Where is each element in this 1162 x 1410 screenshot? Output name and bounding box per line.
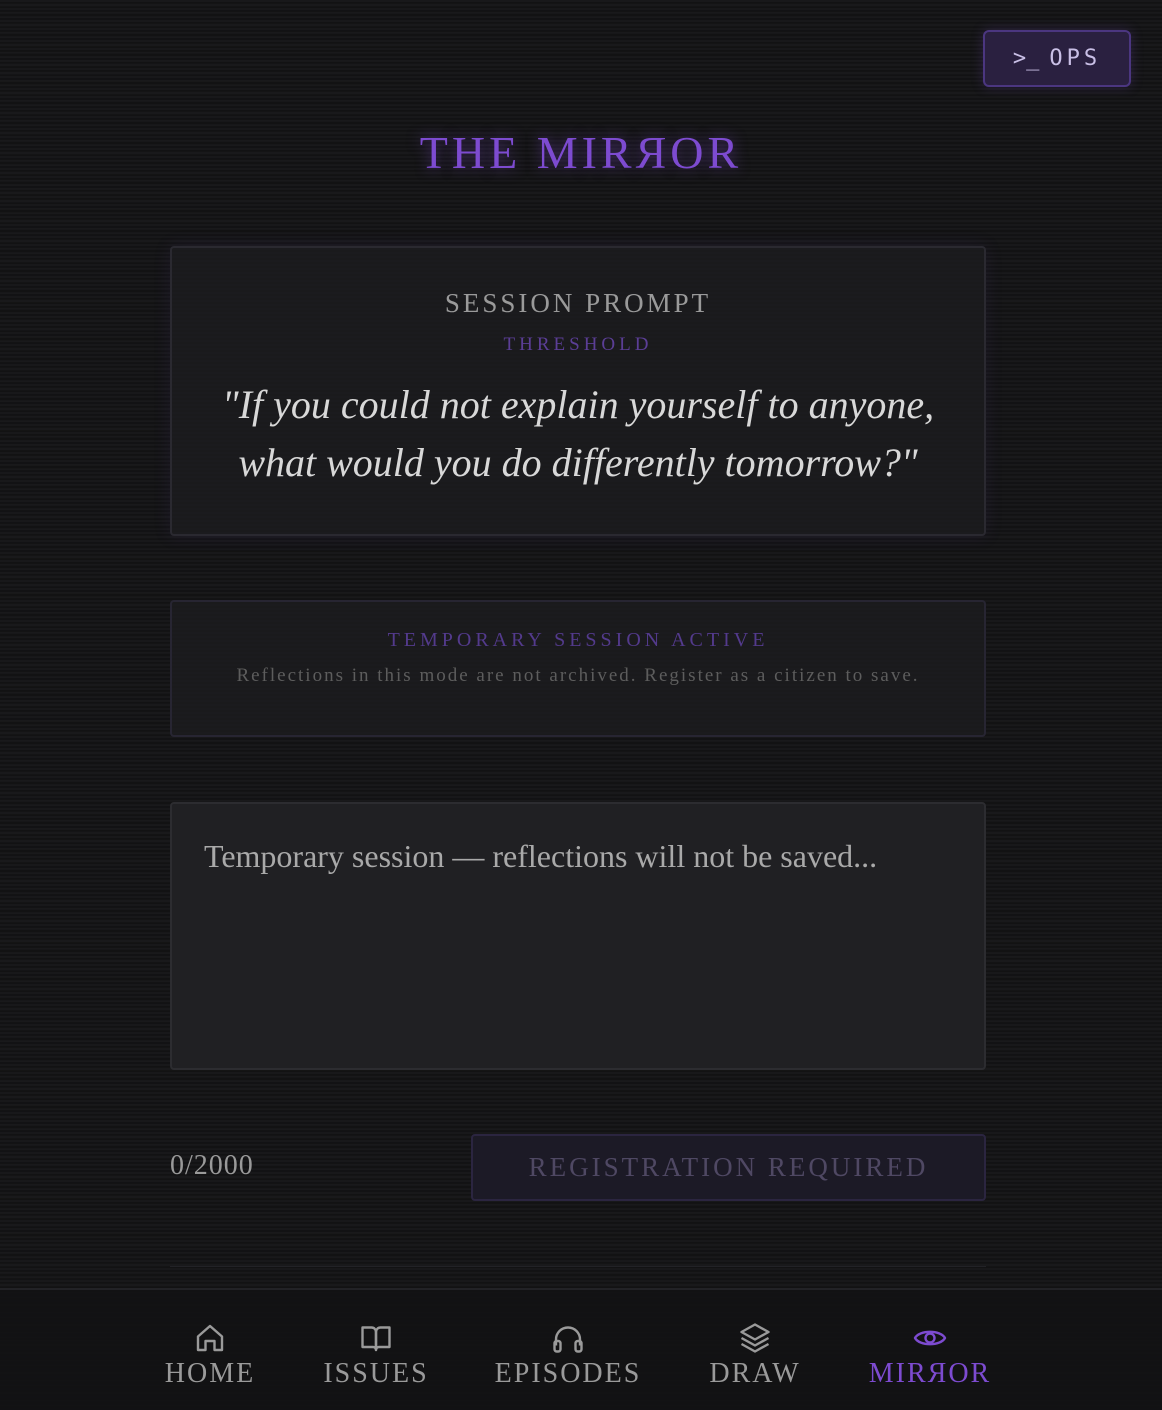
nav-label-home: HOME [164, 1358, 256, 1389]
nav-item-episodes[interactable]: EPISODES [490, 1320, 646, 1390]
character-counter: 0/2000 [170, 1150, 254, 1181]
nav-item-draw[interactable]: DRAW [705, 1320, 805, 1390]
nav-label-draw: DRAW [709, 1358, 801, 1389]
nav-label-issues: ISSUES [323, 1358, 429, 1389]
nav-label-mirror: MIRЯOR [868, 1358, 992, 1389]
reflection-input[interactable] [170, 802, 986, 1070]
session-prompt-label: SESSION PROMPT [444, 288, 712, 318]
nav-item-home[interactable]: HOME [160, 1320, 260, 1390]
book-icon [361, 1326, 391, 1352]
nav-item-mirror[interactable]: MIRЯOR [864, 1320, 996, 1390]
ops-button[interactable]: >_ OPS [983, 30, 1131, 87]
bottom-nav: HOME ISSUES EPISODES DRAW MIRЯOR [0, 1288, 1162, 1410]
terminal-prompt-icon: >_ [1012, 46, 1040, 71]
ops-label: OPS [1049, 46, 1102, 71]
notice-title: TEMPORARY SESSION ACTIVE [387, 629, 769, 651]
registration-required-button[interactable]: REGISTRATION REQUIRED [471, 1134, 986, 1201]
nav-label-episodes: EPISODES [494, 1358, 642, 1389]
session-prompt-card: SESSION PROMPT THRESHOLD "If you could n… [170, 246, 986, 536]
session-prompt-category: THRESHOLD [503, 334, 653, 355]
session-prompt-quote: "If you could not explain yourself to an… [221, 382, 935, 485]
page-title: THE MIRЯOR [419, 127, 743, 178]
temporary-session-notice: TEMPORARY SESSION ACTIVE Reflections in … [170, 600, 986, 737]
layers-icon [740, 1323, 770, 1353]
divider [170, 1266, 986, 1267]
home-icon [196, 1324, 224, 1352]
headphones-icon [553, 1326, 583, 1353]
notice-text: Reflections in this mode are not archive… [236, 665, 920, 686]
nav-item-issues[interactable]: ISSUES [320, 1320, 432, 1390]
eye-icon [913, 1330, 947, 1346]
